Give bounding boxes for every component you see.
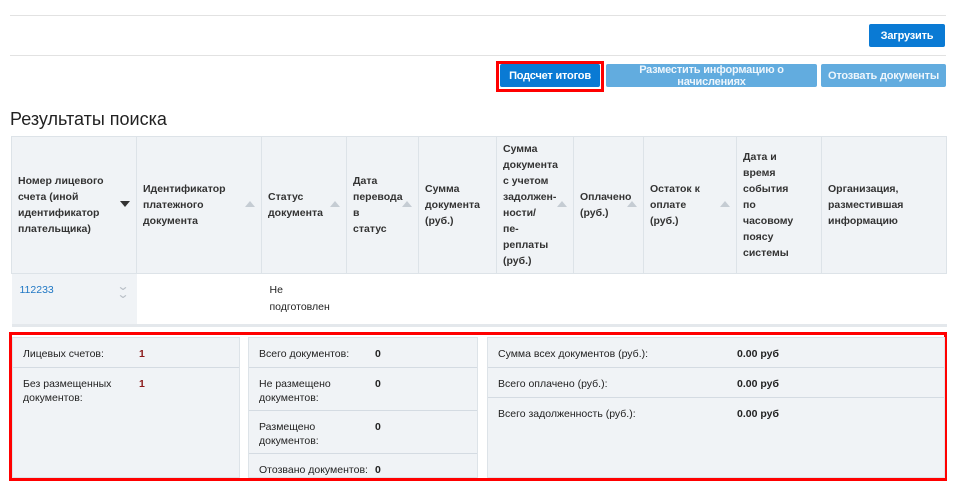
upload-button[interactable]: Загрузить <box>869 24 945 47</box>
sort-icon[interactable] <box>245 201 255 207</box>
sort-icon[interactable] <box>330 201 340 207</box>
column-header-sum-with-debt[interactable]: Сумма документа с учетом задолжен-ности/… <box>496 136 574 274</box>
column-header-remaining[interactable]: Остаток к оплате (руб.) <box>643 136 737 274</box>
account-cell: 112233 ⌄ ⌄ <box>11 273 137 327</box>
sort-desc-icon[interactable] <box>120 201 130 207</box>
sort-icon[interactable] <box>402 201 412 207</box>
totals-summary: Лицевых счетов: 1 Без размещенных докумен… <box>9 332 947 481</box>
column-header-event-datetime[interactable]: Дата и время события по часовому поясу с… <box>736 136 822 274</box>
sort-icon[interactable] <box>720 201 730 207</box>
documents-panel: Всего документов: 0 Не размещено документ… <box>248 337 478 478</box>
column-header-paid[interactable]: Оплачено (руб.) <box>573 136 644 274</box>
place-info-button[interactable]: Разместить информацию о начислениях <box>606 64 817 88</box>
payment-id-cell <box>136 273 262 327</box>
accounts-panel: Лицевых счетов: 1 Без размещенных докумен… <box>12 337 240 478</box>
column-header-status-date[interactable]: Дата перевода в статус <box>346 136 419 274</box>
column-header-doc-sum[interactable]: Сумма документа (руб.) <box>418 136 497 274</box>
sort-icon[interactable] <box>557 201 567 207</box>
results-table: Номер лицевого счета (иной идентификатор… <box>11 136 947 327</box>
column-header-status[interactable]: Статус документа <box>261 136 347 274</box>
table-row: 112233 ⌄ ⌄ Не подготовлен <box>11 273 947 327</box>
divider <box>10 55 946 56</box>
revoke-documents-button[interactable]: Отозвать документы <box>821 64 946 87</box>
sums-panel: Сумма всех документов (руб.): 0.00 руб Вс… <box>487 337 945 478</box>
column-header-organization[interactable]: Организация, разместившая информацию <box>821 136 947 274</box>
page-title: Результаты поиска <box>10 109 167 129</box>
column-header-account[interactable]: Номер лицевого счета (иной идентификатор… <box>11 136 137 274</box>
divider <box>10 15 946 16</box>
status-cell: Не подготовлен <box>261 273 347 327</box>
column-header-payment-id[interactable]: Идентификатор платежного документа <box>136 136 262 274</box>
sort-icon[interactable] <box>627 201 637 207</box>
account-link[interactable]: 112233 <box>20 284 54 296</box>
calc-totals-button[interactable]: Подсчет итогов <box>500 64 600 87</box>
expand-chevron-icon[interactable]: ⌄ ⌄ <box>117 280 130 300</box>
